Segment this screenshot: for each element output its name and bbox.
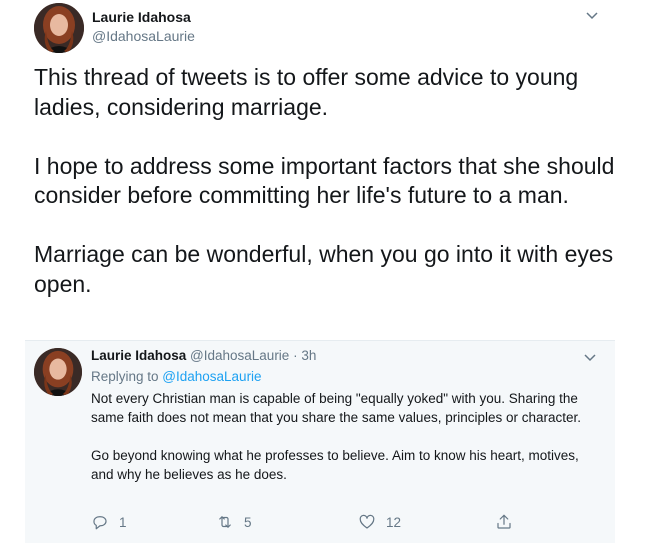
share-button[interactable] [495, 513, 523, 531]
like-count: 12 [386, 514, 402, 530]
reply-text: Not every Christian man is capable of be… [91, 389, 601, 484]
separator: · [289, 348, 302, 363]
author-name[interactable]: Laurie Idahosa [91, 348, 186, 363]
avatar[interactable] [34, 3, 84, 53]
replying-to: Replying to @IdahosaLaurie [91, 369, 262, 384]
retweet-count: 5 [244, 514, 252, 530]
profile-photo [34, 3, 84, 53]
heart-icon [359, 514, 375, 529]
avatar[interactable] [34, 348, 82, 396]
reply-paragraph: Go beyond knowing what he professes to b… [91, 448, 579, 482]
reply-button[interactable]: 1 [91, 513, 127, 531]
author-handle[interactable]: @IdahosaLaurie [92, 28, 195, 44]
tweet-paragraph: Marriage can be wonderful, when you go i… [34, 241, 614, 297]
profile-photo [34, 348, 82, 396]
tweet-text: This thread of tweets is to offer some a… [34, 63, 624, 299]
main-tweet: Laurie Idahosa @IdahosaLaurie This threa… [0, 0, 645, 340]
reply-icon [93, 516, 107, 530]
retweet-button[interactable]: 5 [216, 513, 252, 531]
chevron-down-icon[interactable] [582, 349, 598, 365]
tweet-paragraph: This thread of tweets is to offer some a… [34, 64, 579, 120]
timestamp[interactable]: 3h [301, 348, 316, 363]
like-button[interactable]: 12 [358, 513, 401, 531]
reply-paragraph: Not every Christian man is capable of be… [91, 391, 582, 425]
action-bar: 1 5 12 [91, 513, 561, 533]
reply-tweet[interactable]: Laurie Idahosa @IdahosaLaurie · 3h Reply… [25, 340, 615, 543]
mention-link[interactable]: @IdahosaLaurie [162, 369, 261, 384]
share-icon [497, 514, 511, 529]
retweet-icon [219, 516, 231, 528]
reply-count: 1 [119, 514, 127, 530]
tweet-paragraph: I hope to address some important factors… [34, 152, 615, 209]
author-handle[interactable]: @IdahosaLaurie [190, 348, 289, 363]
chevron-down-icon[interactable] [584, 7, 600, 23]
reply-header: Laurie Idahosa @IdahosaLaurie · 3h [91, 348, 316, 363]
author-name[interactable]: Laurie Idahosa [92, 9, 191, 25]
replying-label: Replying to [91, 369, 163, 384]
